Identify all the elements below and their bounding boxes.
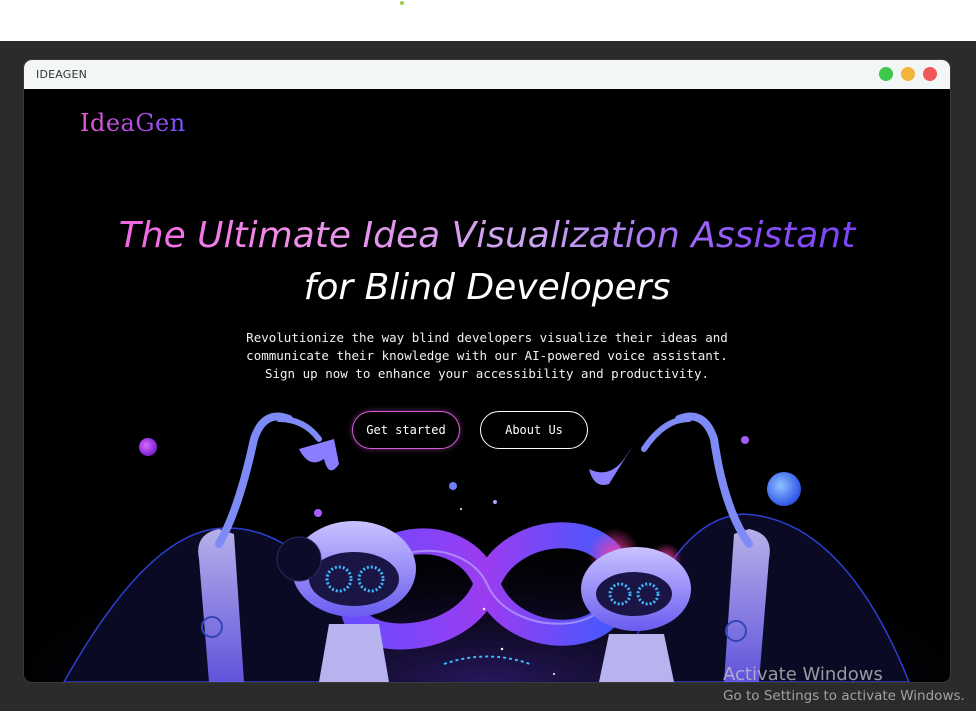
close-button[interactable] [923, 67, 937, 81]
maximize-button[interactable] [879, 67, 893, 81]
about-us-button[interactable]: About Us [480, 411, 588, 449]
watermark-line2: Go to Settings to activate Windows. [723, 688, 965, 704]
hero-headline-line1: The Ultimate Idea Visualization Assistan… [24, 215, 950, 256]
minimize-button[interactable] [901, 67, 915, 81]
window-title: IDEAGEN [36, 68, 88, 81]
windows-activation-watermark: Activate Windows Go to Settings to activ… [723, 664, 965, 706]
brand-logo[interactable]: IdeaGen [80, 109, 186, 137]
window-titlebar[interactable]: IDEAGEN [24, 60, 950, 90]
browser-window: IDEAGEN IdeaGen The Ultimate Idea Visual… [24, 60, 950, 682]
watermark-line1: Activate Windows [723, 664, 883, 685]
decorative-dot [400, 1, 404, 5]
desktop-top-strip [0, 0, 976, 41]
hero-description: Revolutionize the way blind developers v… [246, 330, 728, 381]
get-started-button[interactable]: Get started [352, 411, 460, 449]
page-content: IdeaGen The Ultimate Idea Visualization … [24, 89, 950, 682]
hero-headline-line2: for Blind Developers [303, 267, 671, 308]
hero-illustration [24, 412, 950, 682]
